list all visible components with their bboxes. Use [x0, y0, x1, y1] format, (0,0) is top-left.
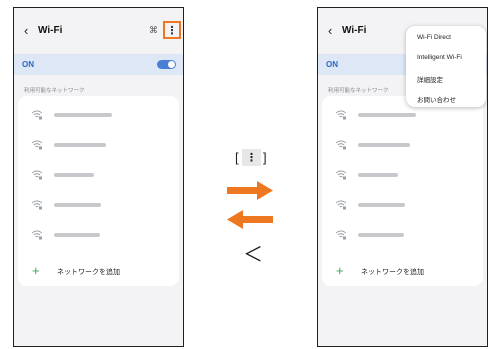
more-options-icon[interactable]: ⋮ — [163, 21, 181, 39]
network-item[interactable] — [18, 160, 179, 190]
network-item[interactable] — [322, 190, 483, 220]
menu-item-advanced-settings[interactable]: 詳細設定 — [417, 74, 443, 84]
network-name-redacted — [358, 203, 405, 207]
on-label: ON — [22, 60, 34, 69]
toggle-knob — [168, 61, 175, 68]
network-name-redacted — [358, 173, 398, 177]
wifi-lock-icon — [335, 200, 347, 210]
network-name-redacted — [358, 113, 416, 117]
network-list: + ネットワークを追加 — [18, 96, 179, 286]
wifi-lock-icon — [31, 110, 43, 120]
arrow-left-icon — [227, 210, 273, 229]
network-name-redacted — [54, 143, 106, 147]
network-item[interactable] — [18, 100, 179, 130]
more-options-key-icon: ⋮ — [242, 149, 261, 166]
bracket-close: ] — [263, 150, 267, 165]
back-icon[interactable]: ‹ — [24, 23, 28, 38]
add-network-row[interactable]: + ネットワークを追加 — [322, 260, 483, 284]
wifi-lock-icon — [335, 140, 347, 150]
back-key-icon: ＜ — [243, 244, 263, 266]
network-list: + ネットワークを追加 — [322, 96, 483, 286]
menu-item-intelligent-wifi[interactable]: Intelligent Wi-Fi — [417, 54, 462, 61]
wifi-toggle-switch[interactable] — [157, 60, 176, 69]
network-name-redacted — [358, 233, 404, 237]
network-item[interactable] — [322, 220, 483, 250]
wifi-lock-icon — [31, 200, 43, 210]
wifi-lock-icon — [335, 230, 347, 240]
add-network-row[interactable]: + ネットワークを追加 — [18, 260, 179, 284]
wifi-lock-icon — [31, 140, 43, 150]
bracket-open: [ — [235, 150, 239, 165]
wifi-lock-icon — [31, 230, 43, 240]
network-item[interactable] — [322, 130, 483, 160]
arrow-right-icon — [227, 181, 273, 200]
instruction-panel: [ ⋮ ] ＜ — [186, 0, 316, 349]
wifi-lock-icon — [31, 170, 43, 180]
network-item[interactable] — [18, 130, 179, 160]
phone-screen-before: ‹ Wi-Fi ⌘ ⋮ ON 利用可能なネットワーク + ネットワークを追加 — [13, 7, 184, 347]
on-label: ON — [326, 60, 338, 69]
page-title: Wi-Fi — [342, 25, 367, 36]
phone-screen-after: ‹ Wi-Fi ON 利用可能なネットワーク + ネットワークを追加 Wi-Fi… — [317, 7, 488, 347]
back-icon[interactable]: ‹ — [328, 23, 332, 38]
section-label: 利用可能なネットワーク — [24, 88, 85, 94]
network-item[interactable] — [18, 220, 179, 250]
add-network-label: ネットワークを追加 — [361, 269, 424, 276]
network-item[interactable] — [18, 190, 179, 220]
add-network-label: ネットワークを追加 — [57, 269, 120, 276]
header: ‹ Wi-Fi ⌘ ⋮ — [14, 8, 183, 48]
menu-item-wifi-direct[interactable]: Wi-Fi Direct — [417, 34, 451, 41]
menu-item-contact-us[interactable]: お問い合わせ — [417, 94, 456, 104]
network-item[interactable] — [322, 160, 483, 190]
network-name-redacted — [54, 203, 101, 207]
plus-icon: + — [32, 263, 40, 278]
overflow-menu: Wi-Fi Direct Intelligent Wi-Fi 詳細設定 お問い合… — [406, 26, 486, 107]
section-label: 利用可能なネットワーク — [328, 88, 389, 94]
wifi-lock-icon — [335, 110, 347, 120]
network-name-redacted — [358, 143, 410, 147]
wifi-toggle-row[interactable]: ON — [14, 54, 183, 75]
page-title: Wi-Fi — [38, 25, 63, 36]
wifi-lock-icon — [335, 170, 347, 180]
network-name-redacted — [54, 233, 100, 237]
plus-icon: + — [336, 263, 344, 278]
network-name-redacted — [54, 113, 112, 117]
qr-scan-icon[interactable]: ⌘ — [149, 25, 158, 36]
network-name-redacted — [54, 173, 94, 177]
